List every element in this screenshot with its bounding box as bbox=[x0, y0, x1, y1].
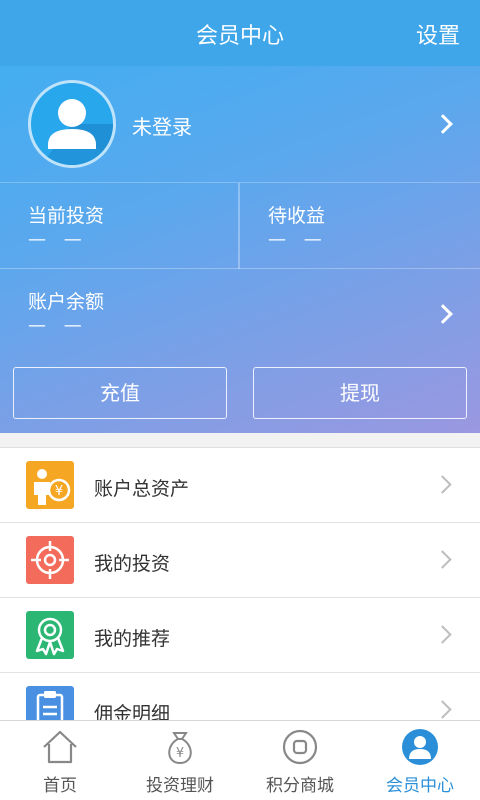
account-balance-label: 账户余额 bbox=[28, 291, 105, 313]
menu-item-label: 账户总资产 bbox=[94, 478, 190, 500]
account-balance-row[interactable]: 账户余额 — — bbox=[0, 268, 480, 358]
settings-button[interactable]: 设置 bbox=[416, 18, 460, 50]
menu-item-my-investment[interactable]: 我的投资 bbox=[0, 523, 480, 598]
login-status: 未登录 bbox=[132, 115, 192, 139]
account-balance-value: — — bbox=[28, 315, 88, 336]
money-bag-icon: ¥ bbox=[160, 727, 200, 767]
current-investment-label: 当前投资 bbox=[28, 205, 105, 227]
profile-row[interactable]: 未登录 bbox=[0, 66, 480, 182]
tab-home[interactable]: 首页 bbox=[0, 721, 120, 800]
top-bar: 会员中心 设置 bbox=[0, 0, 480, 66]
account-summary-panel: 未登录 当前投资 — — 待收益 — — 账户余额 — — 充值 提现 bbox=[0, 66, 480, 433]
chevron-right-icon bbox=[433, 550, 452, 569]
menu-item-total-assets[interactable]: ¥ 账户总资产 bbox=[0, 448, 480, 523]
tab-label: 会员中心 bbox=[386, 776, 454, 796]
tab-points-mall[interactable]: 积分商城 bbox=[240, 721, 360, 800]
current-investment-value: — — bbox=[28, 229, 88, 250]
tab-label: 积分商城 bbox=[266, 776, 334, 796]
tab-label: 首页 bbox=[43, 776, 77, 796]
user-avatar-icon bbox=[28, 80, 116, 168]
withdraw-button[interactable]: 提现 bbox=[253, 367, 467, 419]
page-title: 会员中心 bbox=[195, 24, 284, 49]
chevron-right-icon bbox=[433, 114, 453, 134]
pending-income-value: — — bbox=[268, 229, 328, 250]
menu-item-my-referral[interactable]: 我的推荐 bbox=[0, 598, 480, 673]
chevron-right-icon bbox=[433, 700, 452, 719]
total-assets-icon: ¥ bbox=[26, 461, 74, 509]
menu-list: ¥ 账户总资产 我的投资 我的推荐 佣金明细 bbox=[0, 447, 480, 743]
chevron-right-icon bbox=[433, 304, 453, 324]
shop-icon bbox=[280, 727, 320, 767]
svg-text:¥: ¥ bbox=[176, 746, 184, 761]
bottom-tab-bar: 首页 ¥ 投资理财 积分商城 会员中心 bbox=[0, 720, 480, 800]
pending-income-stat: 待收益 — — bbox=[240, 183, 480, 269]
tab-investment[interactable]: ¥ 投资理财 bbox=[120, 721, 240, 800]
pending-income-label: 待收益 bbox=[268, 205, 326, 227]
menu-item-label: 我的推荐 bbox=[94, 628, 171, 650]
investment-stats: 当前投资 — — 待收益 — — bbox=[0, 182, 480, 269]
member-icon bbox=[400, 727, 440, 767]
tab-member-center[interactable]: 会员中心 bbox=[360, 721, 480, 800]
svg-text:¥: ¥ bbox=[55, 484, 63, 499]
award-ribbon-icon bbox=[26, 611, 74, 659]
home-icon bbox=[40, 727, 80, 767]
chevron-right-icon bbox=[433, 475, 452, 494]
menu-item-label: 我的投资 bbox=[94, 553, 171, 575]
recharge-button[interactable]: 充值 bbox=[13, 367, 227, 419]
target-icon bbox=[26, 536, 74, 584]
tab-label: 投资理财 bbox=[146, 776, 214, 796]
chevron-right-icon bbox=[433, 625, 452, 644]
current-investment-stat: 当前投资 — — bbox=[0, 183, 240, 269]
